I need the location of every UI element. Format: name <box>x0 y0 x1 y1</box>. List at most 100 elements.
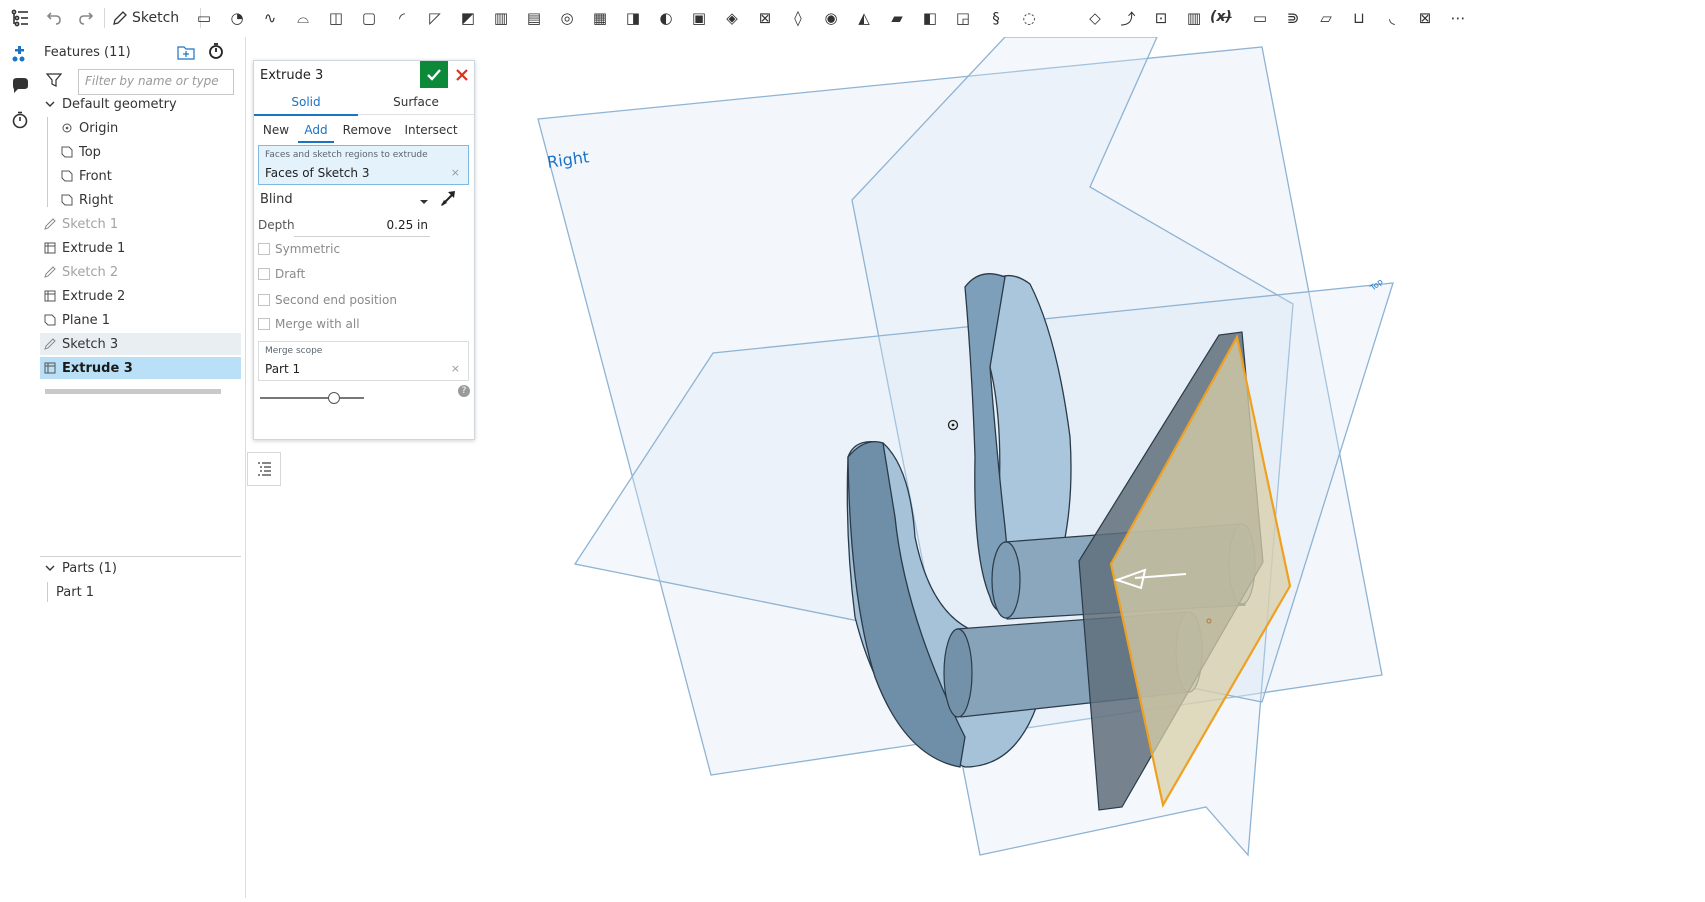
end-type-select[interactable]: Blind <box>258 191 433 213</box>
feature-item[interactable]: Extrude 1 <box>40 237 241 259</box>
feature-item[interactable]: Plane 1 <box>40 309 241 331</box>
default-geometry-folder[interactable]: Default geometry <box>40 93 241 115</box>
filter-input[interactable]: Filter by name or type <box>78 69 234 95</box>
delete-part-tool-icon[interactable]: ⊠ <box>753 6 777 30</box>
draft-checkbox[interactable]: Draft <box>258 267 305 281</box>
chevron-down-icon <box>43 561 57 575</box>
hole-tool-icon[interactable]: ◎ <box>555 6 579 30</box>
finish-sheet-tool-icon[interactable]: ⊠ <box>1413 6 1437 30</box>
extrude-icon <box>43 361 57 375</box>
pattern-tool-icon[interactable]: ▦ <box>588 6 612 30</box>
feature-list-icon[interactable] <box>8 6 32 30</box>
second-end-checkbox[interactable]: Second end position <box>258 293 397 307</box>
modify-fillet-tool-icon[interactable]: ◊ <box>786 6 810 30</box>
wrap-tool-icon[interactable]: ⊡ <box>1149 6 1173 30</box>
default-geometry-folder-label: Default geometry <box>62 96 177 112</box>
rollback-timer-icon[interactable] <box>207 42 225 64</box>
undo-icon[interactable] <box>42 6 66 30</box>
derived-tool-icon[interactable]: ◇ <box>1083 6 1107 30</box>
extrude-tool-icon[interactable]: ▭ <box>192 6 216 30</box>
geometry-tree-line <box>47 117 48 207</box>
history-icon[interactable] <box>8 108 32 132</box>
feature-item[interactable]: Sketch 3 <box>40 333 241 355</box>
op-intersect[interactable]: Intersect <box>398 119 464 141</box>
move-face-tool-icon[interactable]: ◉ <box>819 6 843 30</box>
preview-slider-handle[interactable] <box>328 392 340 404</box>
clear-merge-scope-icon[interactable]: × <box>451 362 460 375</box>
enclose-tool-icon[interactable]: ▢ <box>357 6 381 30</box>
op-remove[interactable]: Remove <box>338 119 396 141</box>
feature-item[interactable]: Extrude 2 <box>40 285 241 307</box>
geometry-origin[interactable]: Origin <box>40 117 241 139</box>
feature-item[interactable]: Sketch 1 <box>40 213 241 235</box>
feature-item-label: Sketch 2 <box>62 264 119 280</box>
sheet-metal-tool-icon[interactable]: ▥ <box>1182 6 1206 30</box>
clear-faces-icon[interactable]: × <box>451 166 460 179</box>
depth-input[interactable]: 0.25 in <box>294 216 430 237</box>
split-tool-icon[interactable]: ▣ <box>687 6 711 30</box>
op-new[interactable]: New <box>258 119 294 141</box>
mirror-tool-icon[interactable]: ◨ <box>621 6 645 30</box>
merge-scope-label: Merge scope <box>265 346 323 356</box>
sweep-tool-icon[interactable]: ∿ <box>258 6 282 30</box>
parts-header[interactable]: Parts (1) <box>40 557 241 579</box>
thicken-tool-icon[interactable]: ◫ <box>324 6 348 30</box>
rib-tool-icon[interactable]: ▤ <box>522 6 546 30</box>
comment-icon[interactable] <box>8 74 32 98</box>
mate-connector-tool-icon[interactable]: ◲ <box>951 6 975 30</box>
form-tool-icon[interactable]: ⊔ <box>1347 6 1371 30</box>
symmetric-checkbox[interactable]: Symmetric <box>258 242 340 256</box>
feature-item-label: Sketch 3 <box>62 336 119 352</box>
unfold-tool-icon[interactable]: ▱ <box>1314 6 1338 30</box>
add-folder-icon[interactable] <box>177 44 195 64</box>
plane-tool-icon[interactable]: ◧ <box>918 6 942 30</box>
chevron-down-icon <box>43 97 57 111</box>
replace-face-tool-icon[interactable]: ◭ <box>852 6 876 30</box>
instantiate-icon[interactable] <box>8 42 32 66</box>
corner-tool-icon[interactable]: ◟ <box>1380 6 1404 30</box>
sketch-text-tool-icon[interactable]: ◌ <box>1017 6 1041 30</box>
plane-icon <box>60 193 74 207</box>
sketch-icon <box>43 337 57 351</box>
feature-item[interactable]: Sketch 2 <box>40 261 241 283</box>
flip-direction-icon[interactable] <box>438 188 458 212</box>
draft-tool-icon[interactable]: ◩ <box>456 6 480 30</box>
loft-tool-icon[interactable]: ⌓ <box>291 6 315 30</box>
help-icon[interactable]: ? <box>458 385 470 397</box>
preview-slider[interactable] <box>260 391 364 405</box>
transform-tool-icon[interactable]: ◈ <box>720 6 744 30</box>
geometry-front-plane[interactable]: Front <box>40 165 241 187</box>
boolean-tool-icon[interactable]: ◐ <box>654 6 678 30</box>
faces-selection-field[interactable]: Faces and sketch regions to extrude Face… <box>258 145 469 185</box>
geometry-top-plane[interactable]: Top <box>40 141 241 163</box>
revolve-tool-icon[interactable]: ◔ <box>225 6 249 30</box>
faces-value: Faces of Sketch 3 <box>265 166 370 180</box>
geometry-right-plane[interactable]: Right <box>40 189 241 211</box>
merge-scope-field[interactable]: Merge scope Part 1 × <box>258 341 469 381</box>
merge-with-all-checkbox[interactable]: Merge with all <box>258 317 360 331</box>
filter-icon[interactable] <box>45 72 63 92</box>
fillet-tool-icon[interactable]: ◜ <box>390 6 414 30</box>
feature-item-label: Extrude 2 <box>62 288 126 304</box>
merge-with-all-label: Merge with all <box>275 317 360 331</box>
sketch-button[interactable]: Sketch <box>112 6 192 30</box>
helix-tool-icon[interactable]: § <box>984 6 1008 30</box>
redo-icon[interactable] <box>74 6 98 30</box>
geometry-front-plane-label: Front <box>79 168 112 184</box>
tab-tool-icon[interactable]: ▭ <box>1248 6 1272 30</box>
part-item[interactable]: Part 1 <box>40 581 241 603</box>
chamfer-tool-icon[interactable]: ◸ <box>423 6 447 30</box>
end-tool-icon[interactable]: ⋯ <box>1446 6 1470 30</box>
op-add[interactable]: Add <box>298 119 334 143</box>
tab-solid[interactable]: Solid <box>254 89 358 116</box>
offset-surface-tool-icon[interactable]: ▰ <box>885 6 909 30</box>
tab-surface[interactable]: Surface <box>358 89 474 115</box>
bend-tool-icon[interactable]: ⋑ <box>1281 6 1305 30</box>
cancel-button[interactable] <box>450 61 474 88</box>
feature-item[interactable]: Extrude 3 <box>40 357 241 379</box>
import-tool-icon[interactable]: ⤴ <box>1116 6 1140 30</box>
shell-tool-icon[interactable]: ▥ <box>489 6 513 30</box>
variable-button[interactable]: (x) <box>1210 9 1232 25</box>
rollback-bar[interactable] <box>45 389 221 394</box>
accept-button[interactable] <box>420 61 448 88</box>
